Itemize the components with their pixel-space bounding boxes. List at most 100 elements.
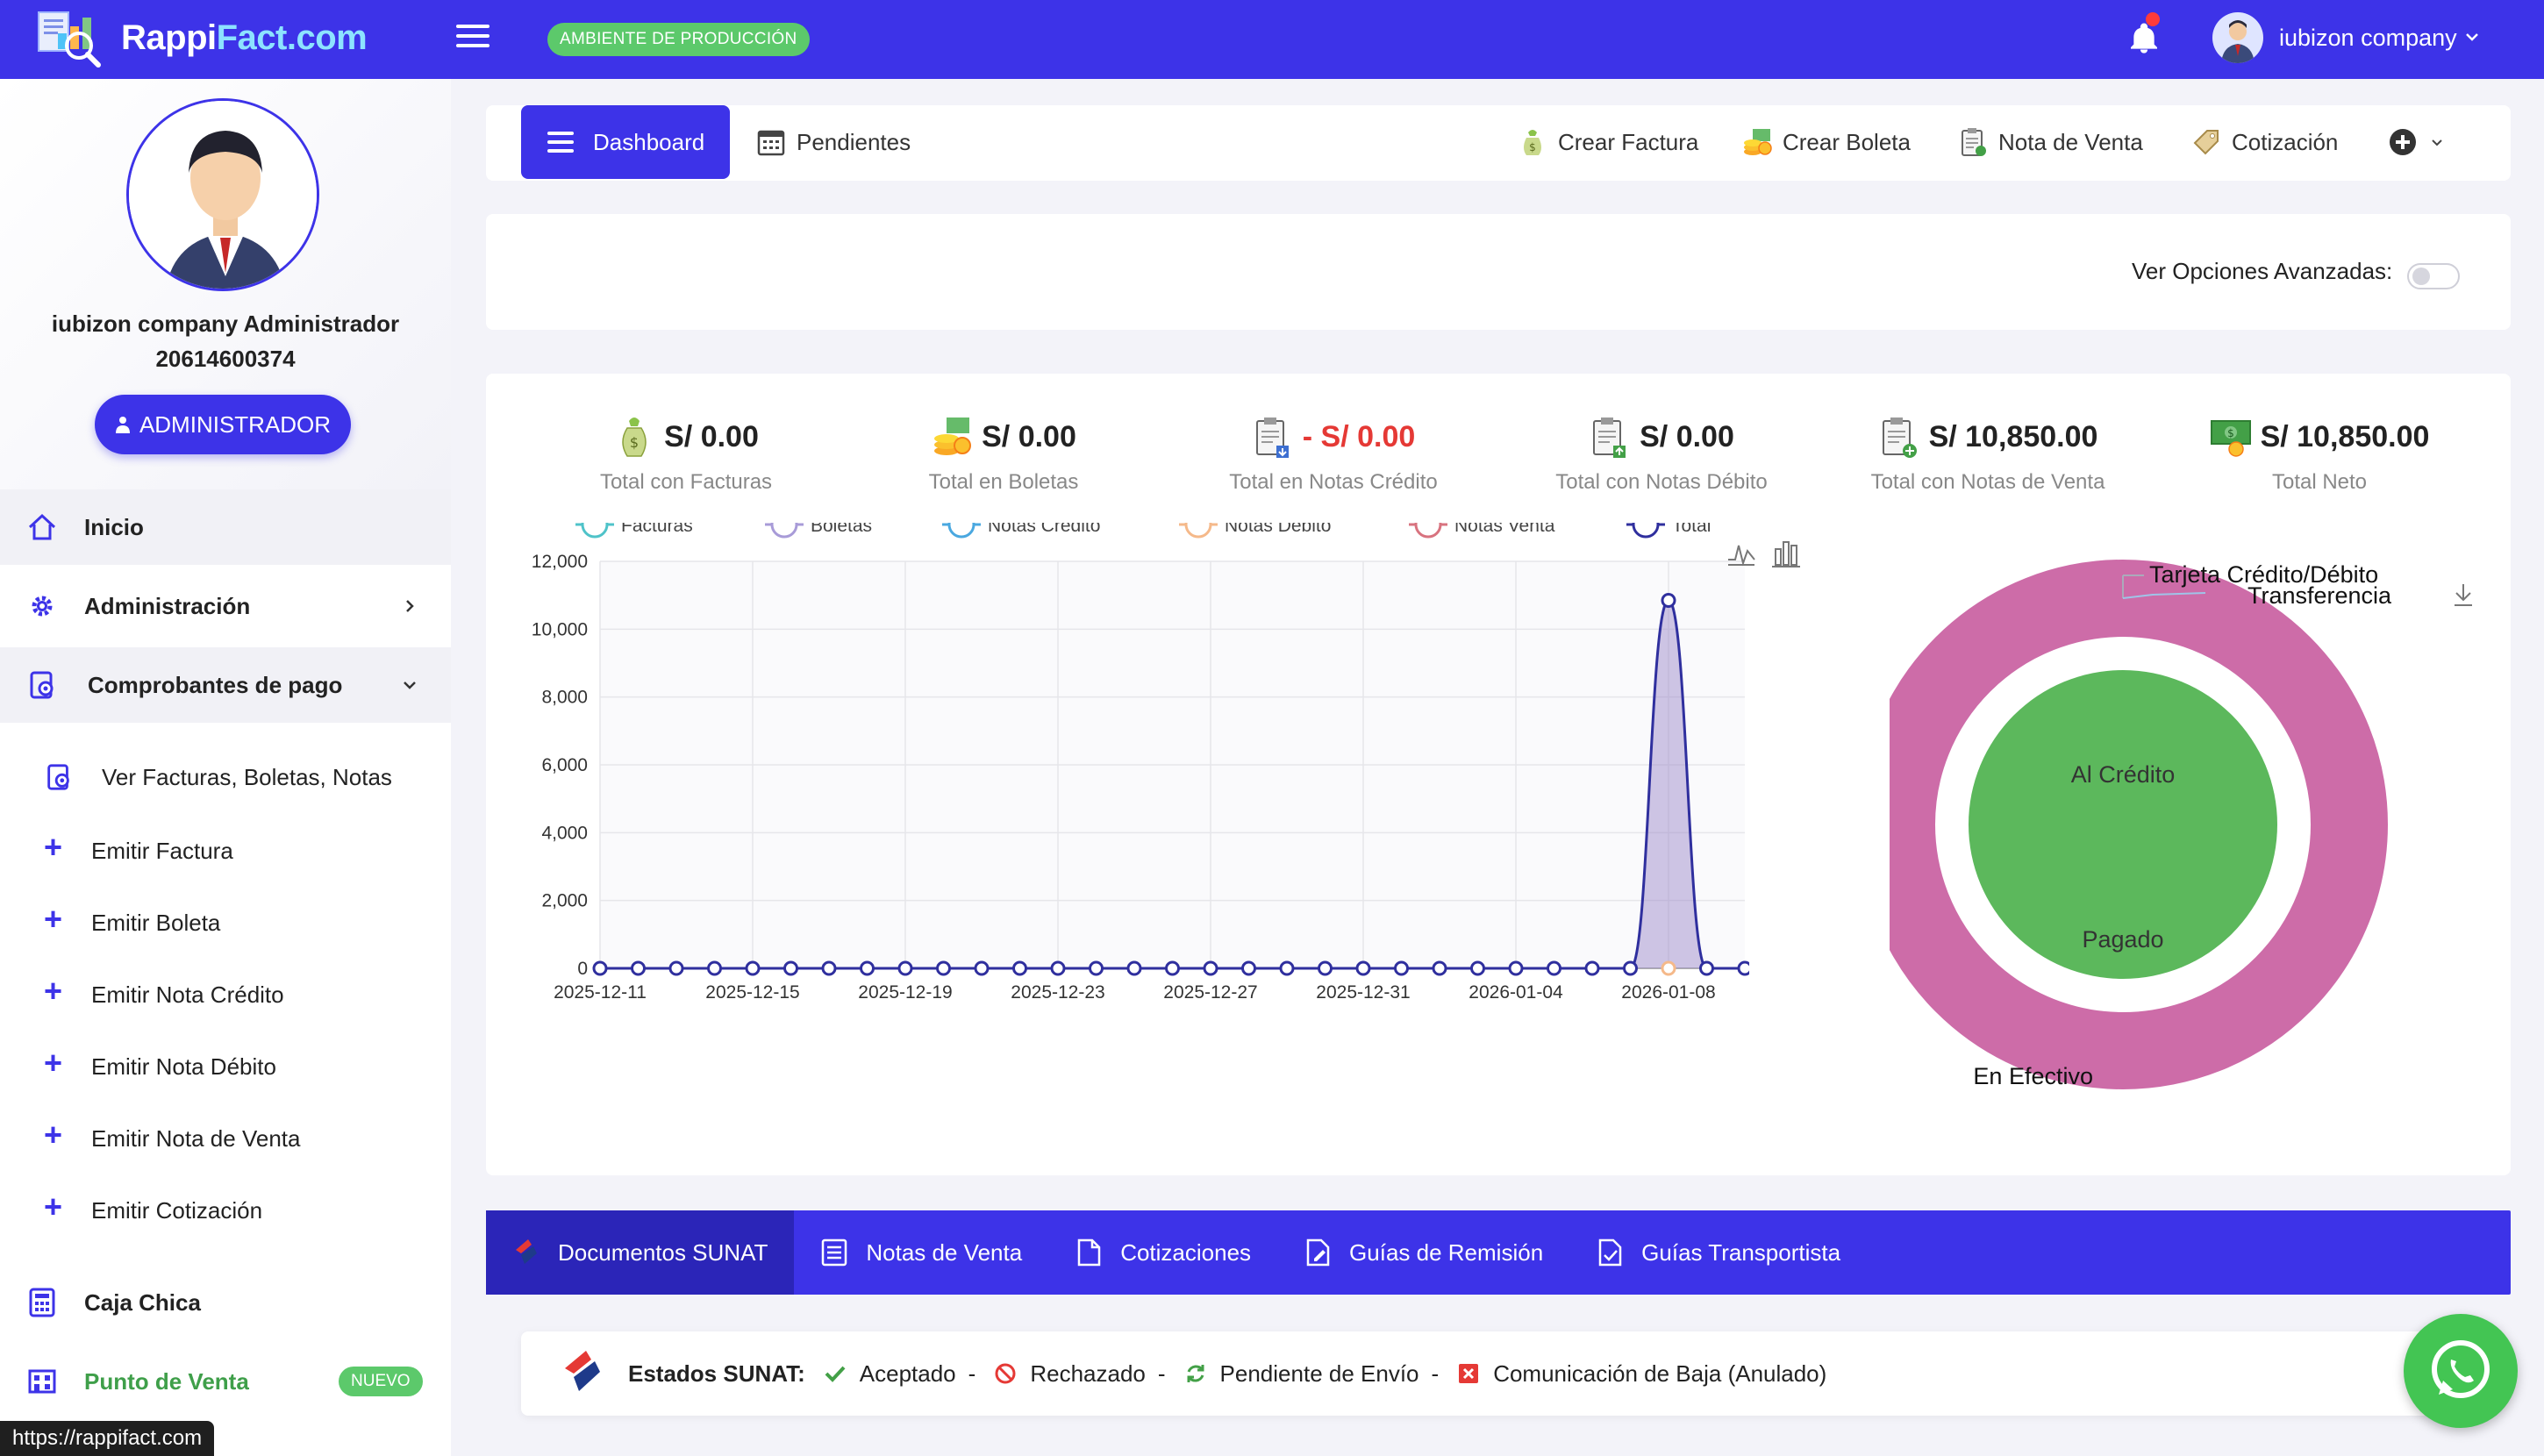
nota-venta-button[interactable]: Nota de Venta	[1956, 105, 2143, 179]
legend-item-facturas[interactable]: Facturas	[575, 523, 693, 539]
sidebar-item-inicio[interactable]: Inicio	[0, 489, 451, 565]
sidebar-subitem-ver-comprobantes[interactable]: Ver Facturas, Boletas, Notas	[0, 751, 451, 803]
data-point[interactable]	[821, 960, 837, 976]
data-point[interactable]	[592, 960, 608, 976]
y-tick-label: 2,000	[541, 891, 588, 911]
data-point[interactable]	[783, 960, 798, 976]
x-tick-label: 2026-01-04	[1469, 982, 1563, 1003]
legend-item-notas-débito[interactable]: Notas Débito	[1179, 523, 1331, 539]
data-point[interactable]	[936, 960, 951, 976]
data-point[interactable]	[860, 960, 875, 976]
legend-item-notas-venta[interactable]: Notas Venta	[1409, 523, 1555, 539]
y-tick-label: 10,000	[532, 619, 588, 639]
download-icon[interactable]	[2455, 584, 2472, 606]
data-point[interactable]	[1394, 960, 1409, 976]
sidebar-subitem-emitir-boleta[interactable]: + Emitir Boleta	[0, 896, 451, 949]
data-point[interactable]	[745, 960, 761, 976]
data-point[interactable]	[1432, 960, 1447, 976]
clipboard-plus-icon	[1882, 418, 1917, 458]
data-point[interactable]	[974, 960, 990, 976]
role-button[interactable]: ADMINISTRADOR	[95, 395, 351, 454]
sidebar-subitem-emitir-factura[interactable]: + Emitir Factura	[0, 824, 451, 877]
sidebar-subitem-emitir-nota-debito[interactable]: + Emitir Nota Débito	[0, 1040, 451, 1093]
y-tick-label: 6,000	[541, 755, 588, 775]
whatsapp-button[interactable]	[2404, 1314, 2518, 1428]
data-point[interactable]	[668, 960, 684, 976]
data-point[interactable]	[1318, 960, 1333, 976]
plus-icon: +	[44, 1045, 63, 1081]
chevron-down-icon[interactable]	[2463, 28, 2481, 46]
legend-item-notas-crédito[interactable]: Notas Crédito	[942, 523, 1100, 539]
data-point[interactable]	[1089, 960, 1104, 976]
data-point[interactable]	[1012, 960, 1027, 976]
sidebar-subitem-label: Emitir Nota Crédito	[91, 981, 284, 1008]
sidebar-item-label: Inicio	[84, 513, 144, 540]
avatar[interactable]	[2212, 12, 2263, 63]
menu-toggle-icon[interactable]	[456, 25, 490, 53]
tab-notas-venta[interactable]: Notas de Venta	[794, 1210, 1048, 1295]
chevron-down-icon	[404, 682, 416, 689]
advanced-options-toggle[interactable]	[2407, 263, 2460, 289]
sidebar-item-administracion[interactable]: Administración	[0, 568, 451, 644]
cotizacion-button[interactable]: Cotización	[2190, 105, 2338, 179]
logo[interactable]: RappiFact.com	[32, 5, 368, 70]
advanced-options-label: Ver Opciones Avanzadas:	[2132, 258, 2393, 284]
svg-text:$: $	[630, 434, 639, 451]
sidebar-subitem-label: Emitir Nota Débito	[91, 1053, 276, 1080]
data-point[interactable]	[631, 960, 646, 976]
user-menu[interactable]: iubizon company	[2279, 25, 2457, 52]
sidebar-item-caja-chica[interactable]: Caja Chica	[0, 1265, 451, 1340]
bar-chart-icon[interactable]	[1769, 535, 1804, 570]
data-point[interactable]	[1508, 960, 1524, 976]
sidebar-subitem-emitir-nota-credito[interactable]: + Emitir Nota Crédito	[0, 968, 451, 1021]
pendientes-button[interactable]: Pendientes	[754, 105, 911, 179]
sidebar-subitem-emitir-cotizacion[interactable]: + Emitir Cotización	[0, 1184, 451, 1237]
sidebar-item-comprobantes[interactable]: Comprobantes de pago	[0, 647, 451, 723]
dashboard-button[interactable]: Dashboard	[521, 105, 730, 179]
line-chart-icon[interactable]	[1725, 535, 1758, 570]
more-actions-button[interactable]	[2388, 105, 2446, 179]
data-point[interactable]	[1241, 960, 1256, 976]
sidebar-item-label: Punto de Venta	[84, 1367, 249, 1395]
tab-guias-remision[interactable]: Guías de Remisión	[1277, 1210, 1569, 1295]
sidebar-subitem-label: Emitir Boleta	[91, 909, 221, 936]
data-point[interactable]	[1050, 960, 1066, 976]
data-point[interactable]	[1547, 960, 1561, 976]
tab-documentos-sunat[interactable]: Documentos SUNAT	[486, 1210, 795, 1295]
separator: -	[1157, 1360, 1166, 1387]
data-point[interactable]	[1699, 960, 1714, 976]
data-point[interactable]	[1470, 960, 1485, 976]
file-edit-icon	[1306, 1238, 1330, 1267]
data-point[interactable]	[707, 960, 722, 976]
file-check-icon	[1598, 1238, 1622, 1267]
sidebar-subitem-emitir-nota-venta[interactable]: + Emitir Nota de Venta	[0, 1112, 451, 1165]
data-point[interactable]	[1165, 960, 1180, 976]
tab-guias-transportista[interactable]: Guías Transportista	[1569, 1210, 1867, 1295]
data-point[interactable]	[1126, 960, 1142, 976]
y-tick-label: 8,000	[541, 688, 588, 708]
chevron-down-icon	[2432, 139, 2442, 146]
stat-value: S/ 0.00	[664, 419, 759, 453]
status-aceptado: Aceptado	[823, 1360, 956, 1388]
crear-factura-button[interactable]: $ Crear Factura	[1516, 105, 1698, 179]
data-point[interactable]	[1355, 960, 1371, 976]
y-tick-label: 4,000	[541, 823, 588, 843]
stat-total-neto: $ S/ 10,850.00 Total Neto	[2153, 409, 2486, 495]
data-point[interactable]	[1623, 960, 1638, 976]
tab-cotizaciones[interactable]: Cotizaciones	[1048, 1210, 1277, 1295]
data-point[interactable]	[1737, 960, 1749, 976]
sidebar-item-label: Administración	[84, 592, 251, 619]
legend-item-boletas[interactable]: Boletas	[765, 523, 872, 539]
profile-avatar	[126, 98, 319, 291]
data-point[interactable]	[897, 960, 913, 976]
data-point[interactable]	[1203, 960, 1218, 976]
bell-icon[interactable]	[2126, 21, 2162, 56]
data-point[interactable]	[1279, 960, 1295, 976]
data-point[interactable]	[1661, 592, 1676, 608]
legend-item-total[interactable]: Total	[1626, 523, 1711, 539]
data-point[interactable]	[1584, 960, 1600, 976]
crear-boleta-button[interactable]: Crear Boleta	[1740, 105, 1911, 179]
separator: -	[1431, 1360, 1440, 1387]
advanced-options-card: Ver Opciones Avanzadas:	[486, 214, 2511, 330]
sidebar-item-punto-venta[interactable]: Punto de Venta NUEVO	[0, 1344, 451, 1419]
